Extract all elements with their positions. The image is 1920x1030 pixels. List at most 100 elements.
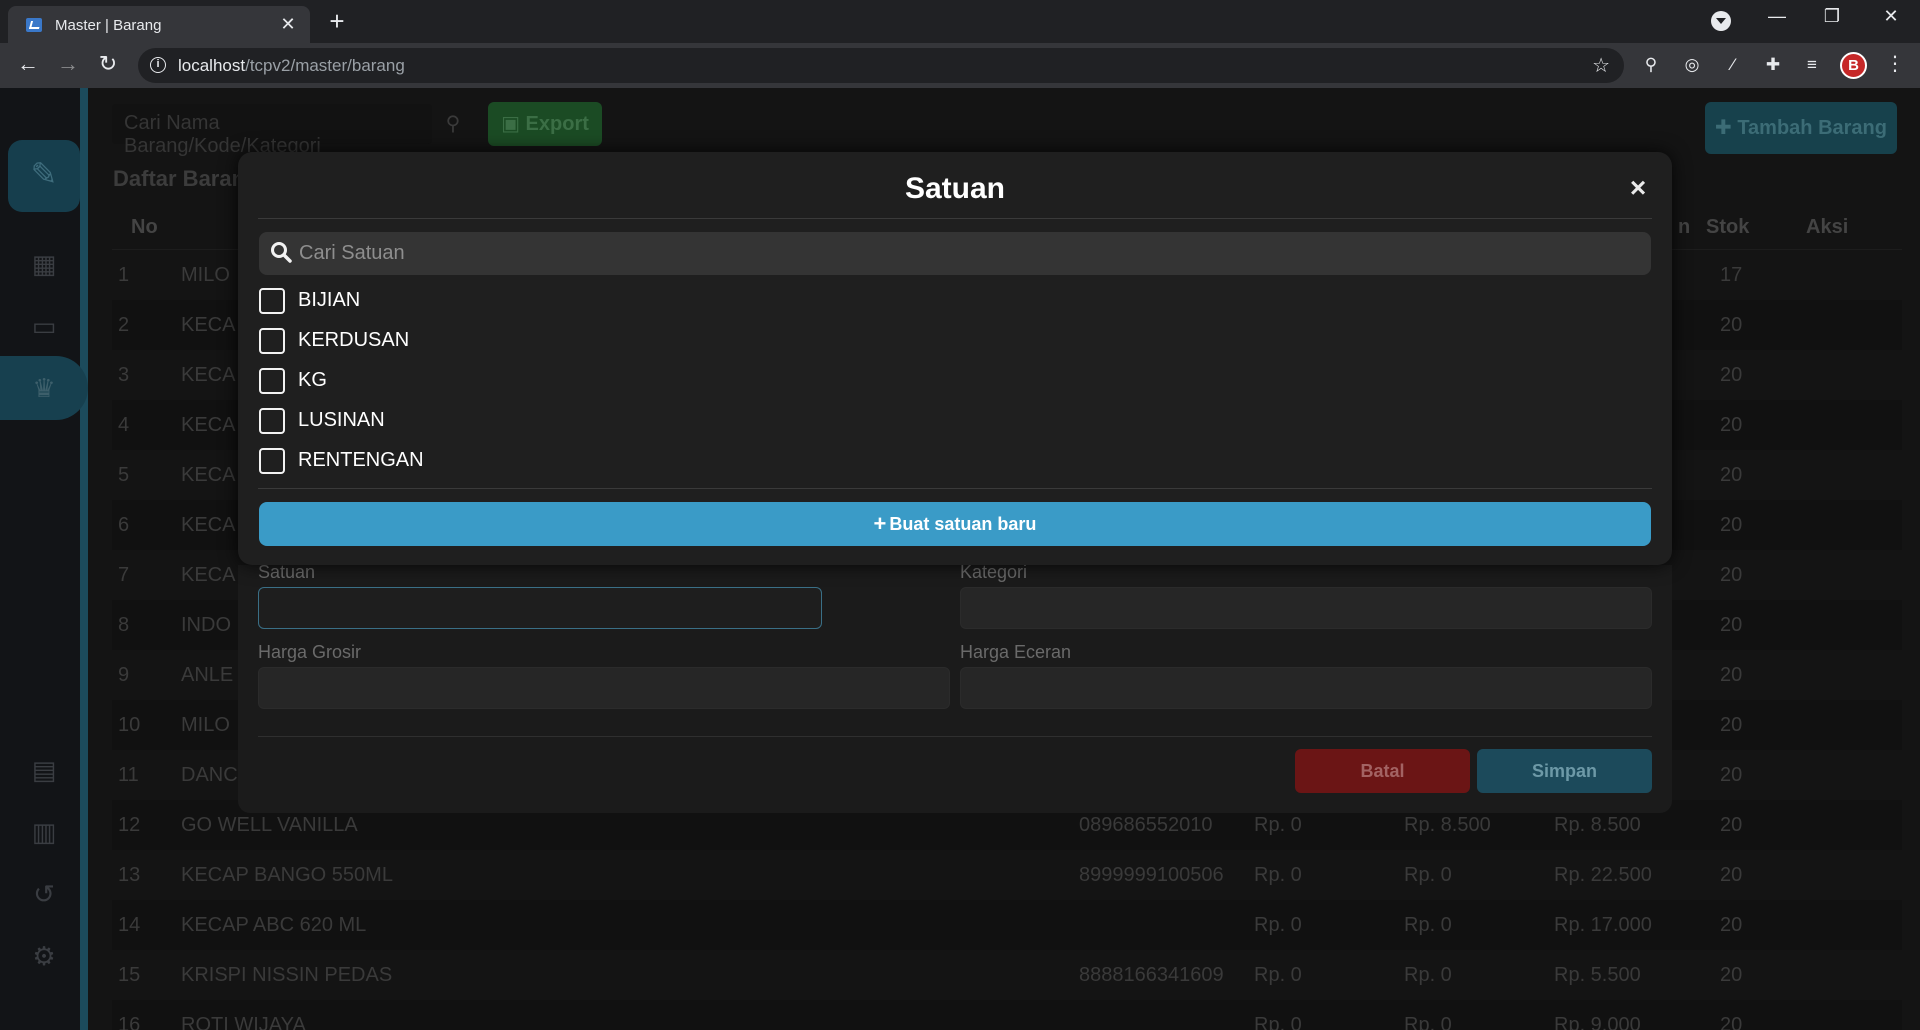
restore-window-button[interactable]: ❐ xyxy=(1818,6,1846,27)
cell-p1: Rp. 0 xyxy=(1254,814,1302,836)
cell-stok: 17 xyxy=(1720,264,1743,286)
cell-no: 4 xyxy=(118,414,130,436)
cell-no: 6 xyxy=(118,514,130,536)
cell-name: KRISPI NISSIN PEDAS xyxy=(181,964,393,986)
cell-name: ANLE xyxy=(181,664,234,686)
checkbox[interactable] xyxy=(259,408,285,434)
browser-tab[interactable]: Master | Barang ✕ xyxy=(8,6,310,43)
cell-stok: 20 xyxy=(1720,764,1743,786)
puzzle-extensions-icon[interactable]: ✚ xyxy=(1762,55,1784,77)
cell-name: KECA xyxy=(181,514,236,536)
browser-toolbar: ← → ↻ i localhost/tcpv2/master/barang ☆ … xyxy=(0,43,1920,88)
tab-close-icon[interactable]: ✕ xyxy=(278,14,298,35)
plus-icon: + xyxy=(873,511,887,536)
sidebar-item-book[interactable]: ▥ xyxy=(0,800,88,864)
cell-p1: Rp. 0 xyxy=(1254,1014,1302,1030)
harga-grosir-label: Harga Grosir xyxy=(258,642,362,662)
cell-no: 9 xyxy=(118,664,130,686)
cell-no: 3 xyxy=(118,364,130,386)
color-picker-extension-icon[interactable]: ◎ xyxy=(1681,55,1703,77)
cell-p1: Rp. 0 xyxy=(1254,964,1302,986)
cell-stok: 20 xyxy=(1720,664,1743,686)
cell-name: GO WELL VANILLA xyxy=(181,814,358,836)
satuan-option-label: LUSINAN xyxy=(298,409,385,431)
profile-avatar[interactable]: B xyxy=(1840,52,1867,79)
add-item-button[interactable]: ✚ Tambah Barang xyxy=(1705,102,1897,154)
sidebar-item-invoice[interactable]: ▤ xyxy=(0,738,88,802)
browser-menu-icon[interactable]: ⋮ xyxy=(1885,51,1905,76)
reload-icon[interactable]: ↻ xyxy=(94,51,122,77)
item-search-input[interactable]: Cari Nama Barang/Kode/Kategori xyxy=(112,104,432,157)
harga-grosir-field[interactable] xyxy=(258,667,950,709)
cell-no: 5 xyxy=(118,464,130,486)
tab-search-icon[interactable] xyxy=(1711,11,1731,31)
sidebar-item-premium[interactable]: ♛ xyxy=(0,356,88,420)
cell-p2: Rp. 8.500 xyxy=(1404,814,1491,836)
cell-p2: Rp. 0 xyxy=(1404,964,1452,986)
cell-p2: Rp. 0 xyxy=(1404,1014,1452,1030)
create-satuan-label: Buat satuan baru xyxy=(889,514,1037,534)
address-bar[interactable]: i localhost/tcpv2/master/barang ☆ xyxy=(138,48,1624,83)
cell-no: 10 xyxy=(118,714,141,736)
cell-stok: 20 xyxy=(1720,564,1743,586)
sidebar-item-monitor[interactable]: ▭ xyxy=(0,294,88,358)
cell-stok: 20 xyxy=(1720,714,1743,736)
reading-list-icon[interactable]: ≡ xyxy=(1801,55,1823,77)
search-icon[interactable]: ⚲ xyxy=(436,106,470,142)
kategori-field-label: Kategori xyxy=(960,562,1028,582)
location-pin-icon[interactable]: ⚲ xyxy=(1640,55,1662,77)
cell-name: KECAP ABC 620 ML xyxy=(181,914,367,936)
save-button[interactable]: Simpan xyxy=(1477,749,1652,793)
minimize-window-button[interactable]: — xyxy=(1763,6,1791,27)
browser-tab-strip: Master | Barang ✕ + — ❐ ✕ xyxy=(0,0,1920,43)
create-satuan-button[interactable]: + Buat satuan baru xyxy=(259,502,1651,546)
gear-icon: ⚙ xyxy=(32,941,56,971)
harga-eceran-field[interactable] xyxy=(960,667,1652,709)
cell-no: 2 xyxy=(118,314,130,336)
cell-name: KECA xyxy=(181,414,236,436)
close-window-button[interactable]: ✕ xyxy=(1877,6,1905,27)
close-icon[interactable]: × xyxy=(1626,174,1650,202)
cell-p1: Rp. 0 xyxy=(1254,914,1302,936)
kategori-field[interactable] xyxy=(960,587,1652,629)
sidebar-item-history[interactable]: ↺ xyxy=(0,862,88,926)
cell-stok: 20 xyxy=(1720,514,1743,536)
invoice-icon: ▤ xyxy=(31,755,57,785)
list-title: Daftar Barang xyxy=(113,166,259,191)
satuan-option-label: RENTENGAN xyxy=(298,449,424,471)
sidebar-item-settings[interactable]: ⚙ xyxy=(0,924,88,988)
satuan-option-label: KERDUSAN xyxy=(298,329,410,351)
cell-name: KECA xyxy=(181,464,236,486)
cancel-button[interactable]: Batal xyxy=(1295,749,1470,793)
sidebar-item-master[interactable]: ✎ xyxy=(8,140,80,212)
satuan-field[interactable] xyxy=(258,587,822,629)
export-button[interactable]: ▣ Export xyxy=(488,102,602,146)
cell-name: KECA xyxy=(181,314,236,336)
satuan-search-input[interactable] xyxy=(299,232,1639,275)
modal-header-divider xyxy=(258,218,1652,219)
cell-name: MILO xyxy=(181,714,230,736)
checkbox[interactable] xyxy=(259,368,285,394)
checkbox[interactable] xyxy=(259,288,285,314)
forward-arrow-icon[interactable]: → xyxy=(54,51,82,77)
cell-stok: 20 xyxy=(1720,464,1743,486)
satuan-option-label: KG xyxy=(298,369,327,391)
site-info-icon[interactable]: i xyxy=(150,57,166,73)
cell-p3: Rp. 8.500 xyxy=(1554,814,1641,836)
satuan-search xyxy=(259,232,1651,275)
checkbox[interactable] xyxy=(259,448,285,474)
column-header-no: No xyxy=(131,216,158,238)
pen-extension-icon[interactable]: ⁄ xyxy=(1722,55,1744,77)
monitor-icon: ▭ xyxy=(31,311,57,341)
cell-code: 8999999100506 xyxy=(1079,864,1224,886)
back-arrow-icon[interactable]: ← xyxy=(14,51,42,77)
sidebar-item-cashier[interactable]: ▦ xyxy=(0,232,88,296)
cell-stok: 20 xyxy=(1720,1014,1743,1030)
new-tab-button[interactable]: + xyxy=(325,6,349,37)
cell-name: KECA xyxy=(181,364,236,386)
bookmark-star-icon[interactable]: ☆ xyxy=(1592,53,1610,78)
url-text: localhost/tcpv2/master/barang xyxy=(178,56,405,75)
table-row: 14 KECAP ABC 620 ML Rp. 0 Rp. 0 Rp. 17.000 20 xyxy=(112,900,1902,950)
checkbox[interactable] xyxy=(259,328,285,354)
cell-name: KECA xyxy=(181,564,236,586)
